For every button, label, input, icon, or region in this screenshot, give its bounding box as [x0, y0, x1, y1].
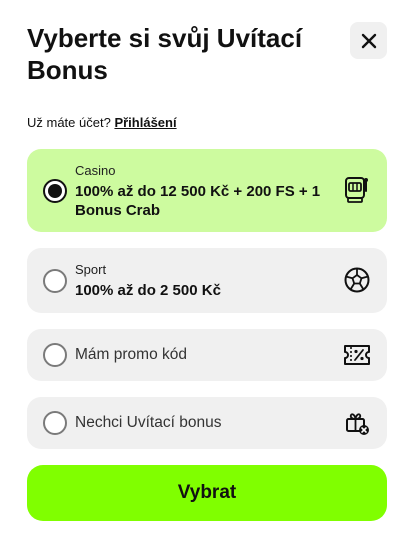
option-promo-code-label: Mám promo kód [75, 346, 187, 363]
football-icon [342, 265, 372, 295]
close-button[interactable] [350, 22, 387, 59]
option-promo-code[interactable]: Mám promo kód [27, 329, 387, 381]
gift-cancel-icon [342, 408, 372, 438]
option-sport-value: 100% až do 2 500 Kč [75, 282, 221, 299]
login-prompt: Už máte účet? Přihlášení [27, 115, 177, 131]
login-link[interactable]: Přihlášení [114, 115, 176, 130]
slot-machine-icon [342, 175, 372, 205]
radio-sport[interactable] [43, 269, 67, 293]
option-sport-label: Sport [75, 262, 107, 277]
radio-no-bonus[interactable] [43, 411, 67, 435]
option-sport[interactable]: Sport 100% až do 2 500 Kč [27, 248, 387, 313]
radio-casino[interactable] [43, 179, 67, 203]
option-casino-label: Casino [75, 163, 116, 178]
radio-promo-code[interactable] [43, 343, 67, 367]
login-prompt-text: Už máte účet? [27, 115, 111, 130]
select-button[interactable]: Vybrat [27, 465, 387, 521]
option-no-bonus[interactable]: Nechci Uvítací bonus [27, 397, 387, 449]
welcome-bonus-modal: Vyberte si svůj Uvítací Bonus Už máte úč… [0, 0, 412, 542]
modal-title: Vyberte si svůj Uvítací Bonus [27, 23, 303, 85]
promo-ticket-icon [342, 340, 372, 370]
close-icon [361, 33, 376, 48]
option-casino[interactable]: Casino 100% až do 12 500 Kč + 200 FS + 1… [27, 149, 387, 232]
option-no-bonus-label: Nechci Uvítací bonus [75, 414, 222, 431]
option-casino-value: 100% až do 12 500 Kč + 200 FS + 1 Bonus … [75, 183, 321, 219]
